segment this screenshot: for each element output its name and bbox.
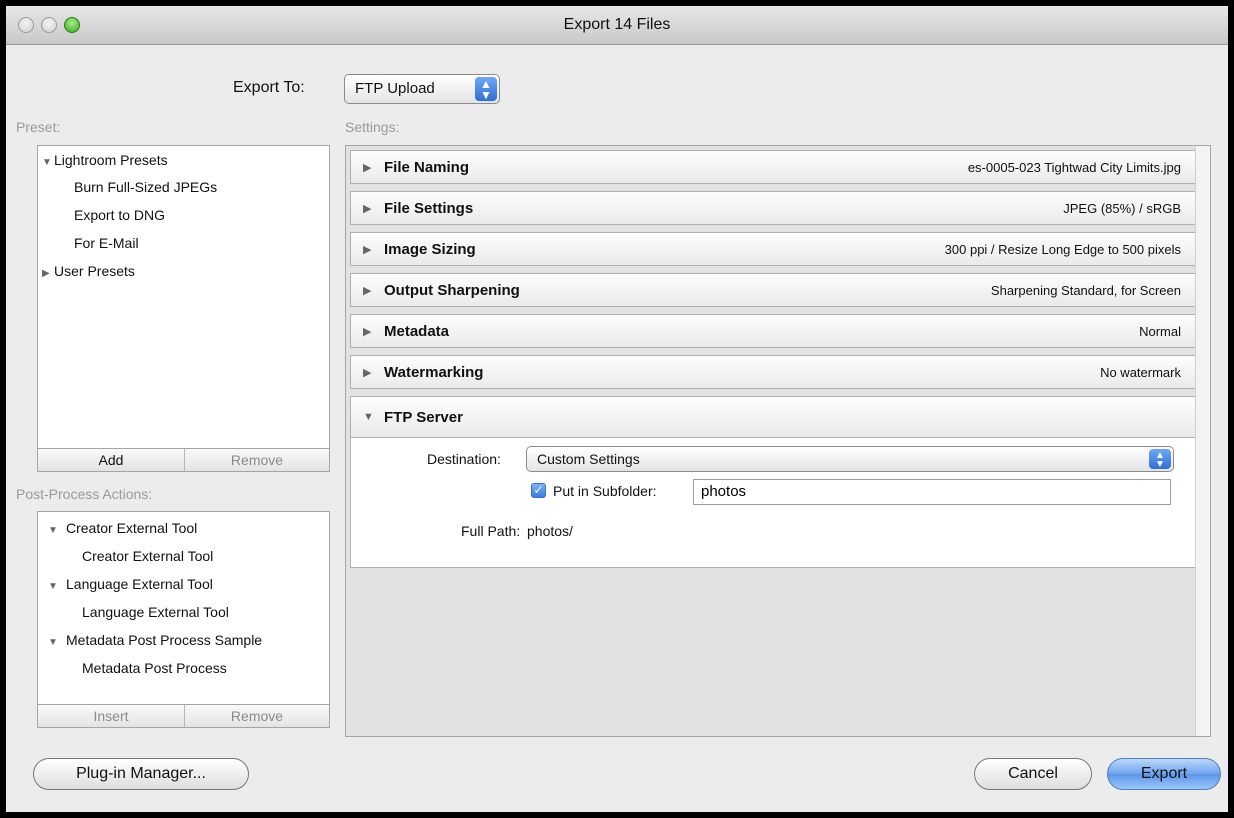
full-path-label: Full Path: (461, 523, 521, 539)
settings-scrollbar[interactable] (1195, 146, 1210, 736)
post-process-group[interactable]: ▼ Creator External Tool (48, 520, 197, 536)
section-file-settings[interactable]: ▶ File Settings JPEG (85%) / sRGB (350, 191, 1196, 225)
subfolder-label: Put in Subfolder: (553, 483, 657, 499)
post-process-item[interactable]: Language External Tool (82, 604, 229, 620)
plugin-manager-button[interactable]: Plug-in Manager... (33, 758, 249, 790)
destination-label: Destination: (427, 451, 501, 467)
popup-arrows-icon: ▲ ▼ (1149, 449, 1171, 470)
post-process-group[interactable]: ▼ Language External Tool (48, 576, 213, 592)
section-metadata[interactable]: ▶ Metadata Normal (350, 314, 1196, 348)
section-image-sizing[interactable]: ▶ Image Sizing 300 ppi / Resize Long Edg… (350, 232, 1196, 266)
export-to-label: Export To: (233, 79, 305, 96)
preset-button-row: Add Remove (37, 448, 330, 472)
window-title: Export 14 Files (563, 16, 671, 33)
full-path-value: photos/ (527, 523, 573, 539)
preset-group-lightroom[interactable]: ▼ Lightroom Presets (42, 152, 168, 168)
disclosure-closed-icon: ▶ (363, 203, 372, 215)
export-to-popup[interactable]: FTP Upload ▲ ▼ (344, 74, 500, 104)
preset-group-user[interactable]: ▶ User Presets (42, 263, 135, 279)
export-to-value: FTP Upload (355, 80, 435, 97)
disclosure-closed-icon[interactable]: ▶ (42, 268, 54, 279)
title-bar: Export 14 Files (6, 6, 1228, 45)
section-title: Output Sharpening (384, 282, 520, 299)
section-title: Watermarking (384, 364, 484, 381)
section-summary: Sharpening Standard, for Screen (990, 283, 1181, 298)
section-ftp-server[interactable]: ▼ FTP Server (350, 396, 1196, 438)
cancel-button[interactable]: Cancel (974, 758, 1092, 790)
add-preset-button[interactable]: Add (38, 449, 184, 471)
post-process-group[interactable]: ▼ Metadata Post Process Sample (48, 632, 262, 648)
post-process-label: Post-Process Actions: (16, 486, 153, 502)
popup-arrows-icon: ▲ ▼ (475, 77, 497, 101)
settings-panel: ▶ File Naming es-0005-023 Tightwad City … (345, 145, 1211, 737)
section-summary: JPEG (85%) / sRGB (1063, 201, 1181, 216)
section-summary: 300 ppi / Resize Long Edge to 500 pixels (944, 242, 1181, 257)
subfolder-input[interactable]: photos (693, 479, 1171, 505)
section-summary: No watermark (1100, 365, 1181, 380)
remove-preset-button[interactable]: Remove (185, 449, 329, 471)
disclosure-open-icon[interactable]: ▼ (48, 581, 66, 592)
preset-item[interactable]: Export to DNG (74, 207, 165, 223)
section-title: FTP Server (384, 409, 463, 426)
section-summary: Normal (1139, 324, 1181, 339)
preset-item[interactable]: For E-Mail (74, 235, 139, 251)
preset-list[interactable]: ▼ Lightroom Presets Burn Full-Sized JPEGs… (37, 145, 330, 453)
disclosure-closed-icon: ▶ (363, 367, 372, 379)
disclosure-closed-icon: ▶ (363, 162, 372, 174)
export-button[interactable]: Export (1107, 758, 1221, 790)
disclosure-open-icon[interactable]: ▼ (42, 157, 54, 168)
disclosure-open-icon[interactable]: ▼ (48, 637, 66, 648)
post-process-list[interactable]: ▼ Creator External Tool Creator External … (37, 511, 330, 707)
subfolder-checkbox[interactable]: ✓ (531, 483, 546, 498)
section-file-naming[interactable]: ▶ File Naming es-0005-023 Tightwad City … (350, 150, 1196, 184)
disclosure-open-icon: ▼ (363, 411, 374, 423)
disclosure-closed-icon: ▶ (363, 326, 372, 338)
section-title: Image Sizing (384, 241, 476, 258)
ftp-server-body: Destination: Custom Settings ▲ ▼ ✓ Put in… (350, 438, 1196, 568)
post-process-item[interactable]: Metadata Post Process (82, 660, 227, 676)
section-summary: es-0005-023 Tightwad City Limits.jpg (967, 160, 1181, 175)
export-dialog: Export 14 Files Export To: FTP Upload ▲ ▼… (6, 6, 1228, 812)
remove-action-button[interactable]: Remove (185, 705, 329, 727)
preset-item[interactable]: Burn Full-Sized JPEGs (74, 179, 217, 195)
insert-action-button[interactable]: Insert (38, 705, 184, 727)
preset-label: Preset: (16, 119, 61, 135)
section-output-sharpening[interactable]: ▶ Output Sharpening Sharpening Standard,… (350, 273, 1196, 307)
section-title: Metadata (384, 323, 450, 340)
settings-label: Settings: (345, 119, 400, 135)
post-process-button-row: Insert Remove (37, 704, 330, 728)
destination-popup[interactable]: Custom Settings ▲ ▼ (526, 446, 1174, 472)
disclosure-open-icon[interactable]: ▼ (48, 525, 66, 536)
section-watermarking[interactable]: ▶ Watermarking No watermark (350, 355, 1196, 389)
post-process-item[interactable]: Creator External Tool (82, 548, 213, 564)
section-title: File Naming (384, 159, 470, 176)
disclosure-closed-icon: ▶ (363, 244, 372, 256)
disclosure-closed-icon: ▶ (363, 285, 372, 297)
section-title: File Settings (384, 200, 474, 217)
destination-value: Custom Settings (537, 451, 640, 467)
